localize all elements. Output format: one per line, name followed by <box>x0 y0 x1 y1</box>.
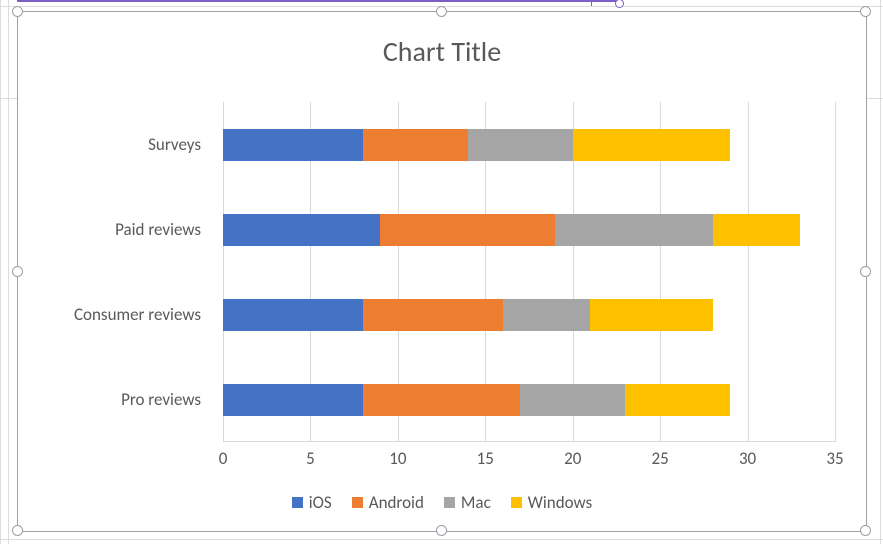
bar-segment-windows[interactable] <box>625 384 730 416</box>
x-tick-label: 0 <box>203 448 243 469</box>
bar-segment-android[interactable] <box>380 214 555 246</box>
bar-segment-ios[interactable] <box>223 299 363 331</box>
bar-segment-android[interactable] <box>363 129 468 161</box>
category-label: Paid reviews <box>23 219 213 240</box>
resize-handle-middle-left[interactable] <box>12 266 23 277</box>
category-label: Surveys <box>23 134 213 155</box>
x-tick-label: 25 <box>640 448 680 469</box>
legend-swatch <box>352 497 363 508</box>
legend-item-ios[interactable]: iOS <box>292 492 332 513</box>
x-tick-label: 35 <box>815 448 855 469</box>
resize-handle-bottom-right[interactable] <box>860 525 871 536</box>
x-tick-label: 20 <box>553 448 593 469</box>
legend-label: iOS <box>309 492 332 513</box>
bar-segment-android[interactable] <box>363 299 503 331</box>
legend-swatch <box>444 497 455 508</box>
plot-area[interactable]: 05101520253035 <box>223 102 835 442</box>
legend[interactable]: iOS Android Mac Windows <box>18 492 866 513</box>
bar-segment-mac[interactable] <box>520 384 625 416</box>
resize-handle-top-middle[interactable] <box>436 6 447 17</box>
legend-item-mac[interactable]: Mac <box>444 492 491 513</box>
selection-edge-tail <box>591 0 592 6</box>
resize-handle-top-right[interactable] <box>860 6 871 17</box>
chart-object[interactable]: Chart Title Surveys Paid reviews Consumer … <box>17 11 867 532</box>
x-tick-label: 5 <box>290 448 330 469</box>
legend-label: Windows <box>528 492 592 513</box>
bar-segment-ios[interactable] <box>223 384 363 416</box>
bar-segment-windows[interactable] <box>713 214 800 246</box>
bar-segment-android[interactable] <box>363 384 520 416</box>
gridline <box>748 102 749 442</box>
legend-label: Android <box>369 492 424 513</box>
gridline <box>835 102 836 442</box>
chart-title[interactable]: Chart Title <box>18 34 866 69</box>
resize-handle-top-left[interactable] <box>12 6 23 17</box>
selection-edge-top <box>17 0 617 2</box>
y-axis-category-labels: Surveys Paid reviews Consumer reviews Pro r… <box>18 102 213 442</box>
bar-segment-mac[interactable] <box>468 129 573 161</box>
category-label: Pro reviews <box>23 389 213 410</box>
x-tick-label: 15 <box>465 448 505 469</box>
bar-segment-windows[interactable] <box>590 299 712 331</box>
x-tick-label: 30 <box>728 448 768 469</box>
resize-handle-bottom-middle[interactable] <box>436 525 447 536</box>
legend-item-windows[interactable]: Windows <box>511 492 592 513</box>
resize-handle-middle-right[interactable] <box>860 266 871 277</box>
legend-swatch <box>511 497 522 508</box>
bar-segment-mac[interactable] <box>555 214 712 246</box>
x-tick-label: 10 <box>378 448 418 469</box>
category-label: Consumer reviews <box>23 304 213 325</box>
x-axis-line <box>223 441 835 442</box>
bar-segment-windows[interactable] <box>573 129 730 161</box>
legend-label: Mac <box>461 492 491 513</box>
resize-handle-bottom-left[interactable] <box>12 525 23 536</box>
bar-segment-mac[interactable] <box>503 299 590 331</box>
legend-item-android[interactable]: Android <box>352 492 424 513</box>
bar-segment-ios[interactable] <box>223 129 363 161</box>
bar-segment-ios[interactable] <box>223 214 380 246</box>
legend-swatch <box>292 497 303 508</box>
